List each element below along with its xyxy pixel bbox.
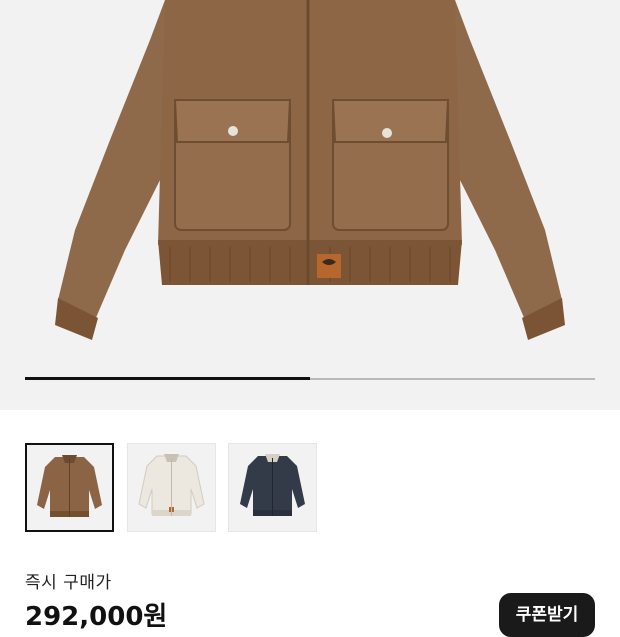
- thumbnail-brown[interactable]: [25, 443, 114, 532]
- gallery-progress-track: [25, 377, 595, 380]
- product-image-gallery[interactable]: [0, 0, 620, 410]
- jacket-thumb-image: [37, 455, 102, 517]
- instant-buy-price-label: 즉시 구매가: [25, 573, 112, 593]
- price-value: 292,000원: [25, 602, 168, 632]
- jacket-thumb-image: [138, 454, 205, 516]
- thumbnail-white[interactable]: [127, 443, 216, 532]
- get-coupon-button[interactable]: 쿠폰받기: [499, 593, 595, 637]
- thumbnail-navy[interactable]: [228, 443, 317, 532]
- jacket-image: [55, 0, 565, 340]
- gallery-progress-fill: [25, 377, 310, 380]
- jacket-thumb-image: [240, 454, 305, 516]
